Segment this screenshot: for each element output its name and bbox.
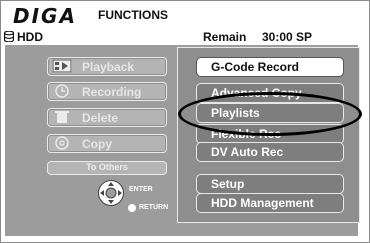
- to-others-label: To Others: [86, 162, 128, 172]
- hdd-management-label: HDD Management: [211, 196, 314, 210]
- clock-icon: [52, 84, 72, 98]
- playback-button[interactable]: Playback: [47, 57, 167, 76]
- hdd-management-button[interactable]: HDD Management: [196, 193, 344, 213]
- trash-icon: [52, 110, 72, 124]
- page-title: FUNCTIONS: [98, 8, 168, 22]
- copy-button[interactable]: Copy: [47, 134, 167, 153]
- to-others-button[interactable]: To Others: [47, 161, 167, 175]
- status-row: HDD Remain 30:00 SP: [1, 29, 369, 45]
- recording-label: Recording: [82, 85, 142, 99]
- brand-logo: DIGA: [13, 4, 77, 28]
- g-code-record-button[interactable]: G-Code Record: [196, 57, 344, 77]
- dv-auto-rec-label: DV Auto Rec: [211, 145, 284, 159]
- setup-label: Setup: [211, 177, 245, 191]
- enter-label: ENTER: [129, 186, 153, 193]
- delete-button[interactable]: Delete: [47, 108, 167, 127]
- remain-label: Remain: [203, 30, 247, 44]
- dv-auto-rec-button[interactable]: DV Auto Rec: [196, 142, 344, 162]
- header: DIGA FUNCTIONS HDD Remain 30:00 SP: [1, 1, 369, 45]
- copy-label: Copy: [82, 137, 112, 151]
- hdd-icon: [4, 31, 14, 42]
- return-icon: [128, 204, 136, 212]
- screen-frame: DIGA FUNCTIONS HDD Remain 30:00 SP Playb…: [0, 0, 370, 243]
- dpad-icon: [98, 180, 124, 206]
- recording-button[interactable]: Recording: [47, 82, 167, 101]
- return-label: RETURN: [139, 204, 169, 211]
- drive-label: HDD: [17, 30, 43, 44]
- playback-label: Playback: [82, 60, 135, 74]
- disc-icon: [52, 136, 72, 150]
- delete-label: Delete: [82, 111, 119, 125]
- remain-value: 30:00 SP: [262, 30, 313, 44]
- logo-text: DIGA: [13, 4, 77, 28]
- highlight-ring: [178, 92, 362, 136]
- playback-icon: [52, 59, 72, 73]
- g-code-record-label: G-Code Record: [211, 60, 300, 74]
- setup-button[interactable]: Setup: [196, 174, 344, 194]
